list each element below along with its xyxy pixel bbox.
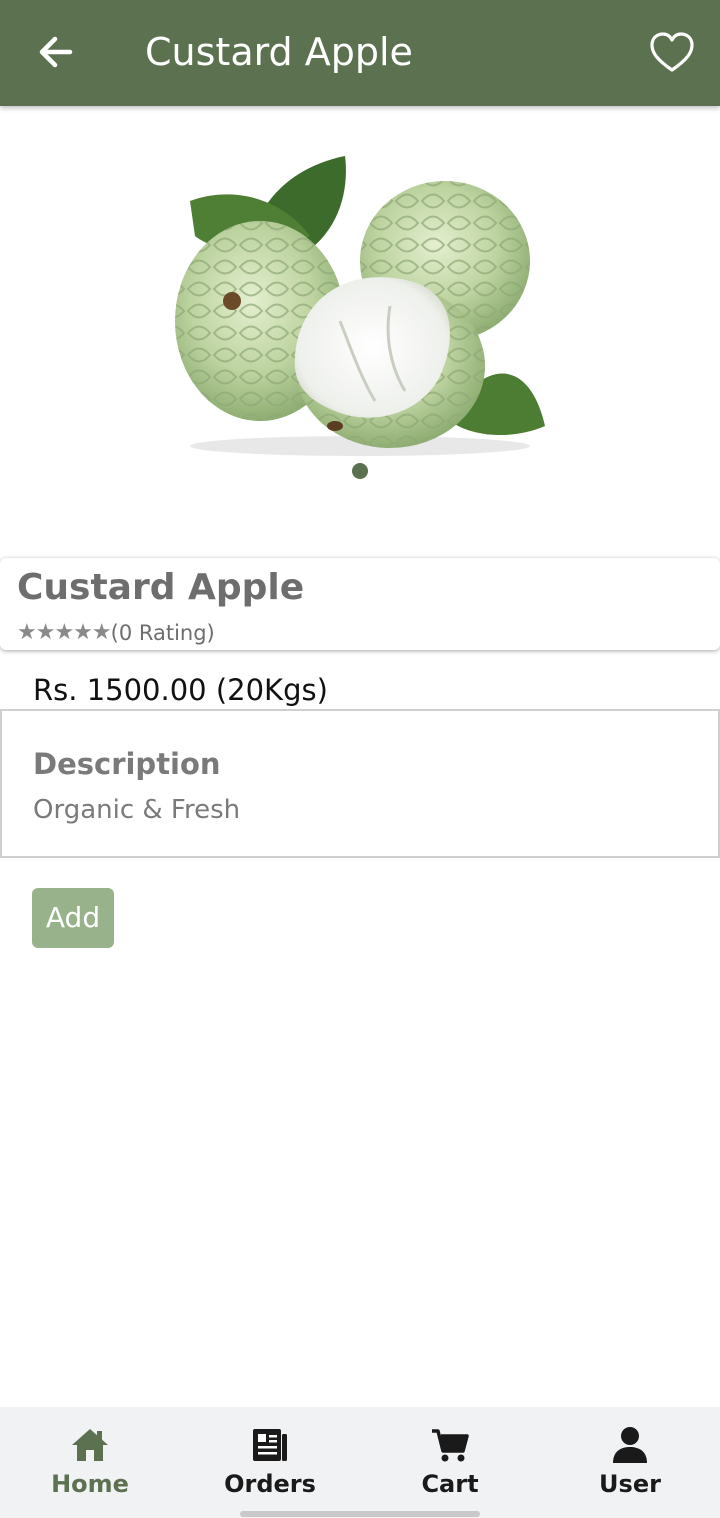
heart-outline-icon[interactable] — [646, 26, 698, 78]
add-to-cart-button[interactable]: Add — [32, 888, 114, 948]
home-icon — [70, 1425, 110, 1465]
gesture-bar — [240, 1511, 480, 1517]
cart-icon — [430, 1425, 470, 1465]
nav-label-orders: Orders — [224, 1470, 316, 1498]
nav-label-cart: Cart — [421, 1470, 479, 1498]
orders-icon — [250, 1425, 290, 1465]
product-header-card: Custard Apple ★★★★★ (0 Rating) — [0, 558, 720, 650]
product-image-carousel[interactable] — [0, 106, 720, 540]
app-bar: Custard Apple — [0, 0, 720, 106]
nav-item-cart[interactable]: Cart — [360, 1407, 540, 1518]
product-rating: ★★★★★ (0 Rating) — [17, 620, 215, 646]
description-section: Description Organic & Fresh — [0, 709, 720, 858]
product-price: Rs. 1500.00 (20Kgs) — [33, 673, 328, 707]
user-icon — [610, 1425, 650, 1465]
star-rating-icon: ★★★★★ — [17, 620, 112, 645]
description-text: Organic & Fresh — [33, 795, 241, 825]
carousel-dot[interactable] — [352, 463, 368, 479]
nav-item-user[interactable]: User — [540, 1407, 720, 1518]
nav-label-home: Home — [51, 1470, 129, 1498]
product-image — [175, 156, 545, 456]
bottom-navigation: Home Orders Cart User — [0, 1407, 720, 1518]
description-title: Description — [33, 747, 221, 781]
nav-label-user: User — [599, 1470, 661, 1498]
rating-count: (0 Rating) — [110, 621, 215, 645]
arrow-left-icon[interactable] — [30, 26, 82, 78]
page-title: Custard Apple — [145, 30, 413, 74]
nav-item-home[interactable]: Home — [0, 1407, 180, 1518]
product-name: Custard Apple — [17, 567, 305, 608]
nav-item-orders[interactable]: Orders — [180, 1407, 360, 1518]
